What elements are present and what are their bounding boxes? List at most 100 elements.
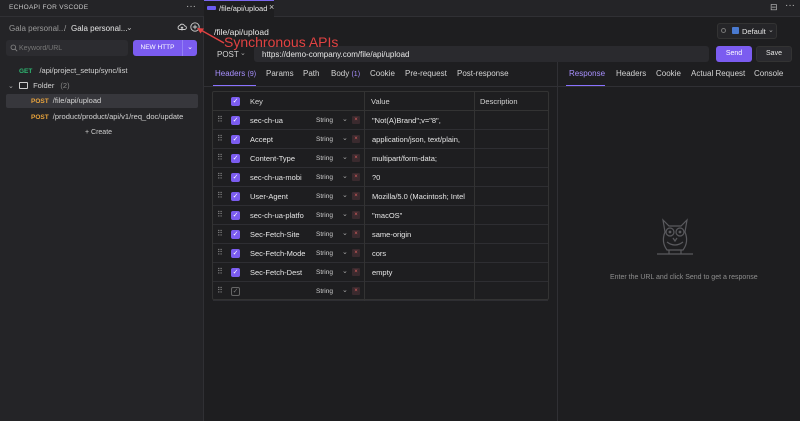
row-enable-checkbox[interactable]: ✓ bbox=[231, 173, 240, 182]
row-enable-checkbox[interactable]: ✓ bbox=[231, 116, 240, 125]
chevron-down-icon[interactable]: ⌄ bbox=[342, 229, 348, 237]
tab-cookie[interactable]: Cookie bbox=[370, 69, 395, 78]
chevron-down-icon[interactable]: ⌄ bbox=[342, 248, 348, 256]
close-tab-icon[interactable]: × bbox=[269, 2, 274, 12]
chevron-down-icon[interactable]: ⌄ bbox=[342, 134, 348, 142]
row-enable-checkbox[interactable]: ✓ bbox=[231, 192, 240, 201]
chevron-down-icon[interactable]: ⌄ bbox=[126, 23, 133, 32]
create-button[interactable]: + Create bbox=[85, 129, 112, 136]
header-key[interactable]: sec-ch-ua-platfo bbox=[250, 211, 306, 220]
row-enable-checkbox[interactable]: ✓ bbox=[231, 287, 240, 296]
delete-row-icon[interactable]: × bbox=[352, 173, 360, 181]
tab-headers[interactable]: Headers (9) bbox=[215, 69, 256, 78]
delete-row-icon[interactable]: × bbox=[352, 268, 360, 276]
drag-handle-icon[interactable]: ⠿ bbox=[217, 134, 223, 143]
header-key[interactable]: sec-ch-ua-mobi bbox=[250, 173, 306, 182]
drag-handle-icon[interactable]: ⠿ bbox=[217, 229, 223, 238]
split-editor-icon[interactable]: ⊟ bbox=[770, 2, 778, 13]
tab-path[interactable]: Path bbox=[303, 69, 319, 78]
save-button[interactable]: Save bbox=[756, 46, 792, 62]
header-value[interactable]: application/json, text/plain, bbox=[372, 135, 470, 144]
header-value[interactable]: multipart/form-data; bbox=[372, 154, 470, 163]
header-key[interactable]: Sec-Fetch-Dest bbox=[250, 268, 306, 277]
header-type[interactable]: String bbox=[316, 193, 333, 200]
drag-handle-icon[interactable]: ⠿ bbox=[217, 248, 223, 257]
tree-item-sync-list[interactable]: GET /api/project_setup/sync/list bbox=[0, 64, 204, 78]
row-enable-checkbox[interactable]: ✓ bbox=[231, 211, 240, 220]
chevron-down-icon[interactable]: ⌄ bbox=[342, 210, 348, 218]
header-value[interactable]: "Not(A)Brand";v="8", bbox=[372, 116, 470, 125]
panel-splitter[interactable] bbox=[557, 62, 558, 421]
header-key[interactable]: Content-Type bbox=[250, 154, 306, 163]
header-type[interactable]: String bbox=[316, 155, 333, 162]
header-type[interactable]: String bbox=[316, 269, 333, 276]
chevron-down-icon[interactable]: ⌄ bbox=[342, 153, 348, 161]
drag-handle-icon[interactable]: ⠿ bbox=[217, 115, 223, 124]
row-enable-checkbox[interactable]: ✓ bbox=[231, 135, 240, 144]
column-divider bbox=[474, 244, 475, 263]
select-all-checkbox[interactable]: ✓ bbox=[231, 97, 240, 106]
drag-handle-icon[interactable]: ⠿ bbox=[217, 153, 223, 162]
row-enable-checkbox[interactable]: ✓ bbox=[231, 154, 240, 163]
delete-row-icon[interactable]: × bbox=[352, 287, 360, 295]
header-key[interactable]: Accept bbox=[250, 135, 306, 144]
tree-item-file-upload[interactable]: POST /file/api/upload bbox=[6, 94, 198, 108]
row-enable-checkbox[interactable]: ✓ bbox=[231, 230, 240, 239]
sidebar-more-button[interactable]: ··· bbox=[186, 1, 196, 12]
header-key[interactable]: Sec-Fetch-Mode bbox=[250, 249, 306, 258]
header-value[interactable]: cors bbox=[372, 249, 470, 258]
header-value[interactable]: ?0 bbox=[372, 173, 470, 182]
header-value[interactable]: empty bbox=[372, 268, 470, 277]
header-key[interactable]: Sec-Fetch-Site bbox=[250, 230, 306, 239]
header-type[interactable]: String bbox=[316, 117, 333, 124]
workspace-team[interactable]: Gala personal... bbox=[9, 24, 65, 33]
delete-row-icon[interactable]: × bbox=[352, 116, 360, 124]
tab-params[interactable]: Params bbox=[266, 69, 294, 78]
tab-body[interactable]: Body (1) bbox=[331, 69, 360, 78]
search-input[interactable] bbox=[19, 41, 125, 55]
tab-response-headers[interactable]: Headers bbox=[616, 69, 646, 78]
row-enable-checkbox[interactable]: ✓ bbox=[231, 268, 240, 277]
chevron-down-icon[interactable]: ⌄ bbox=[342, 172, 348, 180]
header-value[interactable]: same-origin bbox=[372, 230, 470, 239]
send-button[interactable]: Send bbox=[716, 46, 752, 62]
delete-row-icon[interactable]: × bbox=[352, 192, 360, 200]
header-type[interactable]: String bbox=[316, 231, 333, 238]
header-type[interactable]: String bbox=[316, 212, 333, 219]
tab-post-response[interactable]: Post-response bbox=[457, 69, 509, 78]
row-enable-checkbox[interactable]: ✓ bbox=[231, 249, 240, 258]
drag-handle-icon[interactable]: ⠿ bbox=[217, 286, 223, 295]
tab-response[interactable]: Response bbox=[569, 69, 605, 78]
delete-row-icon[interactable]: × bbox=[352, 249, 360, 257]
chevron-down-icon[interactable]: ⌄ bbox=[342, 286, 348, 294]
chevron-down-icon[interactable]: ⌄ bbox=[342, 115, 348, 123]
tab-actual-request[interactable]: Actual Request bbox=[691, 69, 745, 78]
chevron-down-icon[interactable]: ⌄ bbox=[342, 267, 348, 275]
header-type[interactable]: String bbox=[316, 250, 333, 257]
header-key[interactable]: sec-ch-ua bbox=[250, 116, 306, 125]
editor-more-button[interactable]: ··· bbox=[785, 0, 795, 11]
header-type[interactable]: String bbox=[316, 174, 333, 181]
delete-row-icon[interactable]: × bbox=[352, 230, 360, 238]
header-type[interactable]: String bbox=[316, 288, 333, 295]
header-value[interactable]: "macOS" bbox=[372, 211, 470, 220]
delete-row-icon[interactable]: × bbox=[352, 211, 360, 219]
delete-row-icon[interactable]: × bbox=[352, 135, 360, 143]
tree-item-req-doc-update[interactable]: POST /product/product/api/v1/req_doc/upd… bbox=[0, 110, 204, 124]
tree-folder[interactable]: ⌄ Folder (2) bbox=[0, 79, 204, 93]
new-http-button[interactable]: NEW HTTP bbox=[133, 40, 182, 56]
drag-handle-icon[interactable]: ⠿ bbox=[217, 172, 223, 181]
tab-pre-request[interactable]: Pre-request bbox=[405, 69, 447, 78]
header-key[interactable]: User-Agent bbox=[250, 192, 306, 201]
drag-handle-icon[interactable]: ⠿ bbox=[217, 267, 223, 276]
delete-row-icon[interactable]: × bbox=[352, 154, 360, 162]
header-value[interactable]: Mozilla/5.0 (Macintosh; Intel bbox=[372, 192, 470, 201]
tab-response-cookie[interactable]: Cookie bbox=[656, 69, 681, 78]
tab-console[interactable]: Console bbox=[754, 69, 783, 78]
header-type[interactable]: String bbox=[316, 136, 333, 143]
drag-handle-icon[interactable]: ⠿ bbox=[217, 210, 223, 219]
cloud-upload-icon[interactable] bbox=[177, 22, 187, 32]
chevron-down-icon[interactable]: ⌄ bbox=[342, 191, 348, 199]
workspace-project[interactable]: Gala personal... bbox=[71, 24, 127, 33]
drag-handle-icon[interactable]: ⠿ bbox=[217, 191, 223, 200]
